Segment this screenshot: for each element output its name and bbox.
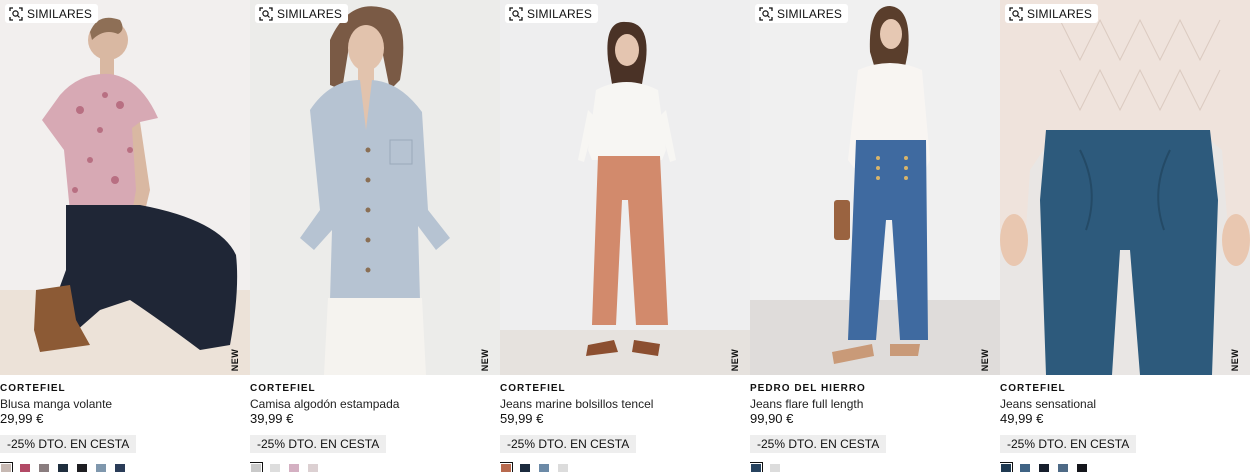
visual-search-icon — [759, 6, 773, 21]
product-info: PEDRO DEL HIERRO Jeans flare full length… — [750, 375, 1000, 472]
product-card[interactable]: SIMILARES NEW CORTEFIEL Blusa manga vola… — [0, 0, 250, 472]
product-grid: SIMILARES NEW CORTEFIEL Blusa manga vola… — [0, 0, 1250, 472]
visual-search-icon — [259, 6, 273, 21]
color-swatch[interactable] — [558, 464, 568, 472]
product-name[interactable]: Jeans sensational — [1000, 397, 1250, 411]
promo-badge: -25% DTO. EN CESTA — [1000, 435, 1137, 453]
product-brand: CORTEFIEL — [250, 383, 316, 394]
similar-button[interactable]: SIMILARES — [1005, 4, 1098, 23]
similar-button[interactable]: SIMILARES — [755, 4, 848, 23]
product-info: CORTEFIEL Jeans sensational 49,99 € -25%… — [1000, 375, 1250, 472]
product-photo-flare-jeans — [750, 0, 1000, 375]
color-swatch[interactable] — [500, 462, 513, 472]
color-swatch[interactable] — [308, 464, 318, 472]
product-brand: PEDRO DEL HIERRO — [750, 383, 866, 394]
color-swatches — [250, 462, 500, 472]
promo-badge: -25% DTO. EN CESTA — [750, 435, 887, 453]
color-swatch[interactable] — [770, 464, 780, 472]
new-badge: NEW — [730, 348, 740, 372]
new-badge: NEW — [980, 348, 990, 372]
similar-label: SIMILARES — [1027, 6, 1092, 21]
product-info: CORTEFIEL Blusa manga volante 29,99 € -2… — [0, 375, 250, 472]
similar-label: SIMILARES — [527, 6, 592, 21]
color-swatch[interactable] — [1077, 464, 1087, 472]
product-brand: CORTEFIEL — [1000, 383, 1066, 394]
similar-button[interactable]: SIMILARES — [505, 4, 598, 23]
color-swatch[interactable] — [520, 464, 530, 472]
color-swatch[interactable] — [115, 464, 125, 472]
product-photo-shirt — [250, 0, 500, 375]
product-photo-trousers — [500, 0, 750, 375]
color-swatches — [1000, 462, 1250, 472]
visual-search-icon — [9, 6, 23, 21]
promo-badge: -25% DTO. EN CESTA — [250, 435, 387, 453]
color-swatches — [750, 462, 1000, 472]
color-swatch[interactable] — [58, 464, 68, 472]
similar-label: SIMILARES — [777, 6, 842, 21]
color-swatch[interactable] — [39, 464, 49, 472]
product-name[interactable]: Jeans marine bolsillos tencel — [500, 397, 750, 411]
product-photo-skinny-jeans — [1000, 0, 1250, 375]
color-swatch[interactable] — [289, 464, 299, 472]
color-swatch[interactable] — [96, 464, 106, 472]
color-swatches — [500, 462, 750, 472]
product-image[interactable]: SIMILARES NEW — [250, 0, 500, 375]
similar-label: SIMILARES — [277, 6, 342, 21]
product-photo-blouse — [0, 0, 250, 375]
color-swatch[interactable] — [1000, 462, 1013, 472]
new-badge: NEW — [230, 348, 240, 372]
product-name[interactable]: Blusa manga volante — [0, 397, 250, 411]
similar-label: SIMILARES — [27, 6, 92, 21]
color-swatch[interactable] — [539, 464, 549, 472]
color-swatch[interactable] — [1039, 464, 1049, 472]
product-image[interactable]: SIMILARES NEW — [0, 0, 250, 375]
similar-button[interactable]: SIMILARES — [5, 4, 98, 23]
product-image[interactable]: SIMILARES NEW — [500, 0, 750, 375]
product-price: 39,99 € — [250, 411, 294, 426]
product-card[interactable]: SIMILARES NEW CORTEFIEL Jeans sensationa… — [1000, 0, 1250, 472]
product-price: 99,90 € — [750, 411, 794, 426]
color-swatch[interactable] — [77, 464, 87, 472]
new-badge: NEW — [480, 348, 490, 372]
new-badge: NEW — [1230, 348, 1240, 372]
product-price: 29,99 € — [0, 411, 44, 426]
color-swatch[interactable] — [20, 464, 30, 472]
product-image[interactable]: SIMILARES NEW — [750, 0, 1000, 375]
product-name[interactable]: Jeans flare full length — [750, 397, 1000, 411]
color-swatch[interactable] — [1020, 464, 1030, 472]
product-card[interactable]: SIMILARES NEW CORTEFIEL Camisa algodón e… — [250, 0, 500, 472]
product-card[interactable]: SIMILARES NEW CORTEFIEL Jeans marine bol… — [500, 0, 750, 472]
color-swatch[interactable] — [750, 462, 763, 472]
product-name[interactable]: Camisa algodón estampada — [250, 397, 500, 411]
product-info: CORTEFIEL Camisa algodón estampada 39,99… — [250, 375, 500, 472]
color-swatch[interactable] — [0, 462, 13, 472]
promo-badge: -25% DTO. EN CESTA — [0, 435, 137, 453]
similar-button[interactable]: SIMILARES — [255, 4, 348, 23]
product-brand: CORTEFIEL — [0, 383, 66, 394]
product-price: 59,99 € — [500, 411, 544, 426]
product-info: CORTEFIEL Jeans marine bolsillos tencel … — [500, 375, 750, 472]
color-swatch[interactable] — [1058, 464, 1068, 472]
visual-search-icon — [509, 6, 523, 21]
color-swatches — [0, 462, 250, 472]
promo-badge: -25% DTO. EN CESTA — [500, 435, 637, 453]
product-card[interactable]: SIMILARES NEW PEDRO DEL HIERRO Jeans fla… — [750, 0, 1000, 472]
color-swatch[interactable] — [270, 464, 280, 472]
product-price: 49,99 € — [1000, 411, 1044, 426]
color-swatch[interactable] — [250, 462, 263, 472]
visual-search-icon — [1009, 6, 1023, 21]
product-image[interactable]: SIMILARES NEW — [1000, 0, 1250, 375]
product-brand: CORTEFIEL — [500, 383, 566, 394]
